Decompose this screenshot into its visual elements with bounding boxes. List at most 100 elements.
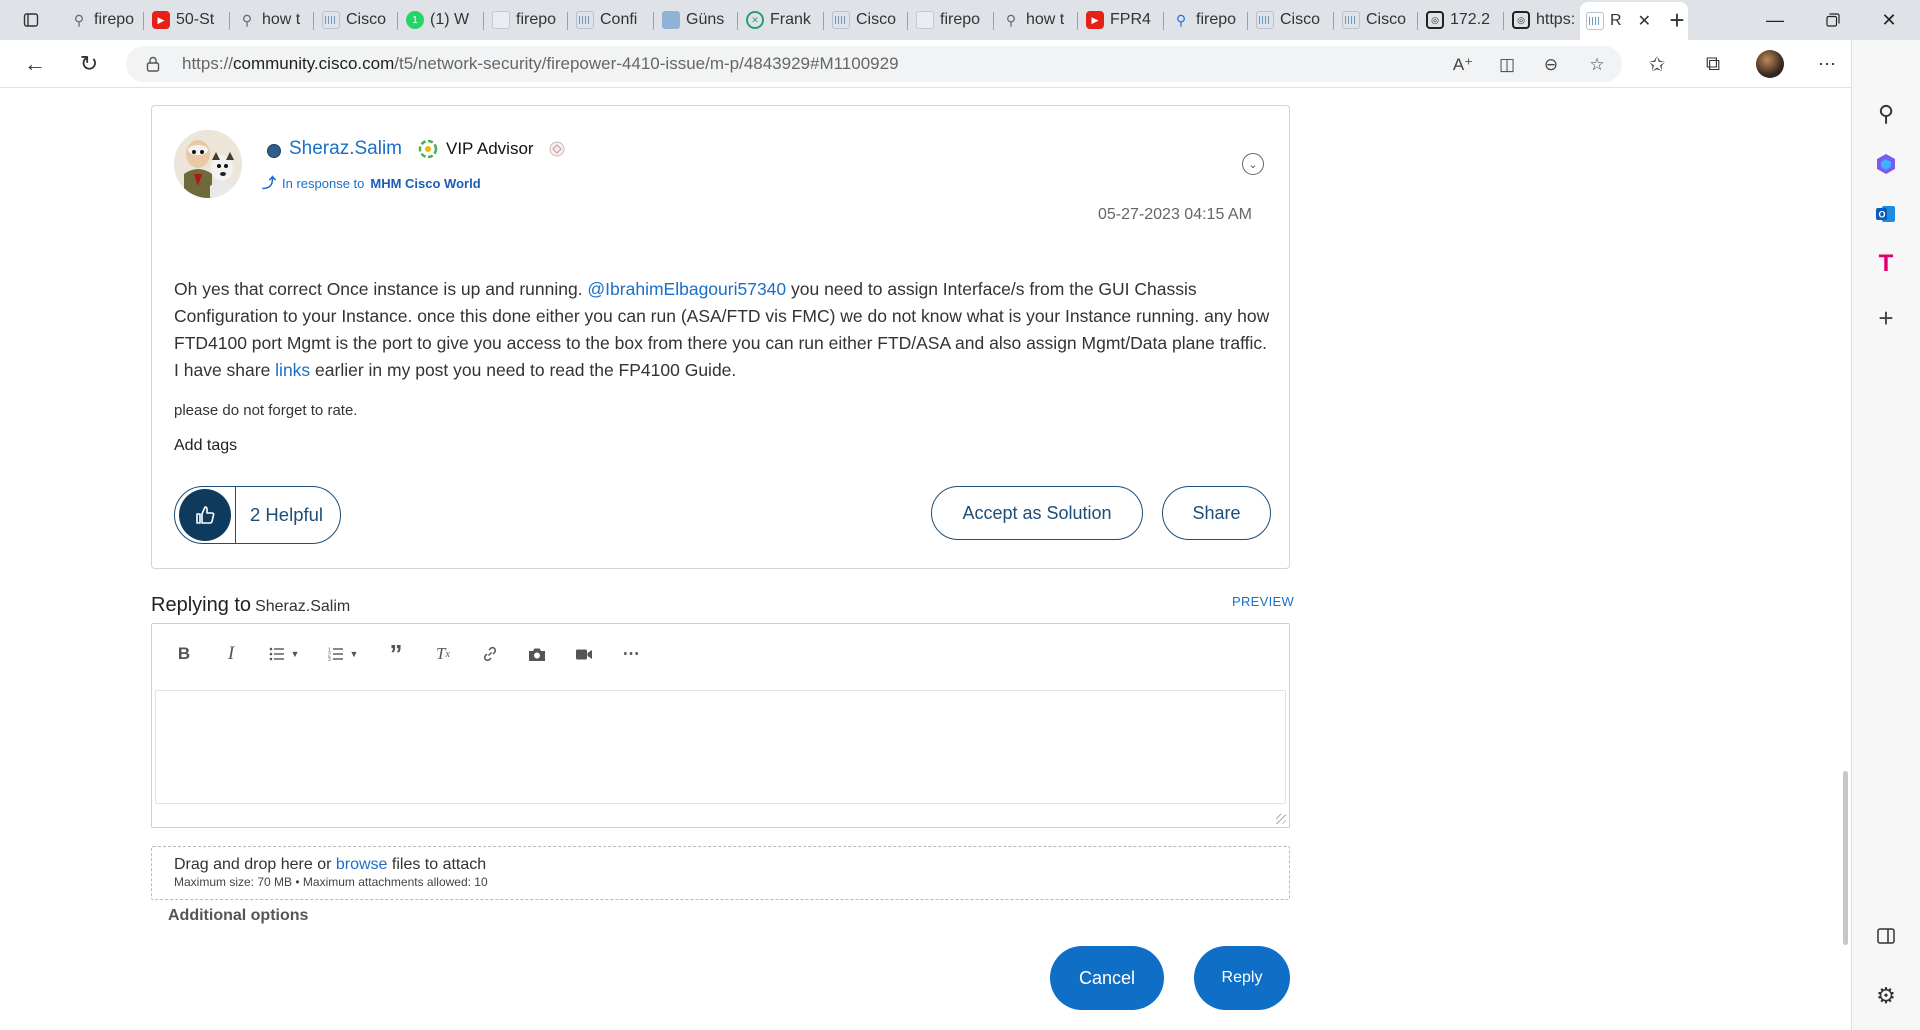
camera-icon[interactable]	[517, 639, 557, 669]
italic-icon[interactable]: I	[211, 639, 251, 669]
doc-icon	[916, 11, 934, 29]
back-button[interactable]: ←	[18, 48, 52, 80]
attachment-dropzone[interactable]: Drag and drop here or browse files to at…	[151, 846, 1290, 900]
telekom-icon[interactable]: T	[1870, 248, 1902, 280]
scrollbar-thumb[interactable]	[1843, 771, 1848, 945]
user-mention-link[interactable]: @IbrahimElbagouri57340	[587, 279, 786, 299]
immersive-reader-icon[interactable]: ◫	[1492, 54, 1522, 76]
author-name-link[interactable]: Sheraz.Salim	[289, 138, 402, 160]
bulleted-list-icon[interactable]: ▼	[258, 639, 310, 669]
in-response-to: ⤴ In response to MHM Cisco World	[262, 175, 481, 191]
cisco-icon	[1342, 11, 1360, 29]
video-icon[interactable]	[564, 639, 604, 669]
editor-toolbar: B I ▼ 123 ▼ ” Tx ⋯	[152, 624, 1289, 684]
author-row: Sheraz.Salim VIP Advisor	[267, 138, 566, 160]
author-avatar[interactable]	[174, 130, 242, 198]
browser-tab[interactable]: Cisco	[316, 4, 398, 36]
browser-tab[interactable]: ⚲ firepo	[1166, 4, 1248, 36]
links-link[interactable]: links	[275, 360, 310, 380]
new-tab-button[interactable]: +	[1664, 5, 1690, 35]
whatsapp-icon: 1	[406, 11, 424, 29]
browser-tab[interactable]: ⚲ how t	[996, 4, 1078, 36]
svg-text:O: O	[1879, 210, 1886, 220]
helpful-count: 2 Helpful	[250, 504, 324, 525]
browser-tab[interactable]: ◎ 172.2	[1420, 4, 1504, 36]
replying-to-heading: Replying to Sheraz.Salim	[151, 594, 351, 616]
page-scrollbar[interactable]	[1840, 88, 1851, 1030]
browse-files-link[interactable]: browse	[336, 856, 388, 873]
cancel-button[interactable]: Cancel	[1050, 946, 1164, 1010]
restore-button[interactable]	[1810, 6, 1856, 34]
refresh-button[interactable]: ↻	[72, 48, 106, 80]
additional-options-toggle[interactable]: Additional options	[168, 907, 308, 925]
numbered-list-icon[interactable]: 123 ▼	[317, 639, 369, 669]
cisco-icon	[322, 11, 340, 29]
accept-as-solution-button[interactable]: Accept as Solution	[931, 486, 1143, 540]
browser-tab[interactable]: Confi	[570, 4, 654, 36]
browser-tab[interactable]: ⚲ how t	[232, 4, 314, 36]
thumbs-up-icon[interactable]	[179, 489, 231, 541]
browser-tab[interactable]: Güns	[656, 4, 738, 36]
profile-avatar[interactable]	[1756, 50, 1784, 78]
browser-sidebar: ⚲ O T + ⚙	[1851, 40, 1920, 1030]
more-options-icon[interactable]: ⋯	[611, 639, 651, 669]
copilot-icon[interactable]	[1870, 148, 1902, 180]
in-response-user-link[interactable]: MHM Cisco World	[370, 176, 480, 191]
chart-icon	[662, 11, 680, 29]
add-sidebar-app-icon[interactable]: +	[1870, 302, 1902, 334]
browser-tab[interactable]: 1 (1) W	[400, 4, 484, 36]
add-tags-link[interactable]: Add tags	[174, 437, 237, 455]
close-window-button[interactable]: ✕	[1866, 6, 1912, 34]
search-icon: ⚲	[73, 11, 85, 28]
clear-format-icon[interactable]: Tx	[423, 639, 463, 669]
link-icon[interactable]	[470, 639, 510, 669]
browser-tab[interactable]: ⚲ firepo	[64, 4, 144, 36]
page-icon: ◎	[1426, 11, 1444, 29]
helpful-kudos-button[interactable]: 2 Helpful	[174, 486, 341, 544]
add-favorite-icon[interactable]: ☆	[1582, 54, 1612, 76]
settings-icon[interactable]: ⚙	[1870, 980, 1902, 1012]
read-aloud-icon[interactable]: A⁺	[1448, 54, 1478, 76]
sidebar-panel-icon[interactable]	[1870, 920, 1902, 952]
ring-icon: ✕	[746, 11, 764, 29]
browser-tab[interactable]: ▶ 50-St	[146, 4, 230, 36]
bold-icon[interactable]: B	[164, 639, 204, 669]
quote-icon[interactable]: ”	[376, 639, 416, 669]
share-button[interactable]: Share	[1162, 486, 1271, 540]
tab-actions-icon[interactable]	[18, 8, 44, 32]
zoom-out-icon[interactable]: ⊖	[1536, 54, 1566, 76]
minimize-button[interactable]: —	[1752, 6, 1798, 34]
post-options-chevron-icon[interactable]: ⌄	[1242, 153, 1264, 175]
url-text: https://community.cisco.com/t5/network-s…	[182, 54, 899, 73]
search-icon: ⚲	[1005, 11, 1017, 28]
close-tab-icon[interactable]: ✕	[1638, 11, 1651, 31]
post-body: Oh yes that correct Once instance is up …	[174, 279, 1270, 380]
browser-tab[interactable]: firepo	[910, 4, 994, 36]
outlook-icon[interactable]: O	[1870, 198, 1902, 230]
reply-text-area[interactable]	[155, 690, 1286, 804]
browser-tab[interactable]: Cisco	[826, 4, 908, 36]
favorites-icon[interactable]: ✩	[1640, 48, 1674, 80]
browser-tab[interactable]: ▶ FPR4	[1080, 4, 1164, 36]
member-badge-icon	[267, 143, 281, 158]
divider	[235, 487, 236, 543]
browser-address-bar: ← ↻ https://community.cisco.com/t5/netwo…	[0, 40, 1920, 88]
youtube-icon: ▶	[152, 11, 170, 29]
preview-link[interactable]: PREVIEW	[1232, 594, 1294, 609]
chevron-down-icon[interactable]: ▼	[291, 649, 300, 659]
reply-submit-button[interactable]: Reply	[1194, 946, 1290, 1010]
browser-tab[interactable]: Cisco	[1250, 4, 1334, 36]
doc-icon	[492, 11, 510, 29]
browser-tab[interactable]: firepo	[486, 4, 568, 36]
browser-tab[interactable]: ◎ https:	[1506, 4, 1578, 36]
chevron-down-icon[interactable]: ▼	[350, 649, 359, 659]
cisco-icon	[1586, 12, 1604, 30]
more-menu-icon[interactable]: ⋯	[1810, 48, 1844, 80]
collections-icon[interactable]: ⧉	[1696, 48, 1730, 80]
resize-handle-icon[interactable]	[1276, 814, 1286, 824]
browser-tab[interactable]: ✕ Frank	[740, 4, 824, 36]
search-icon[interactable]: ⚲	[1870, 98, 1902, 130]
url-field[interactable]: https://community.cisco.com/t5/network-s…	[126, 46, 1622, 82]
browser-tab[interactable]: Cisco	[1336, 4, 1418, 36]
youtube-icon: ▶	[1086, 11, 1104, 29]
